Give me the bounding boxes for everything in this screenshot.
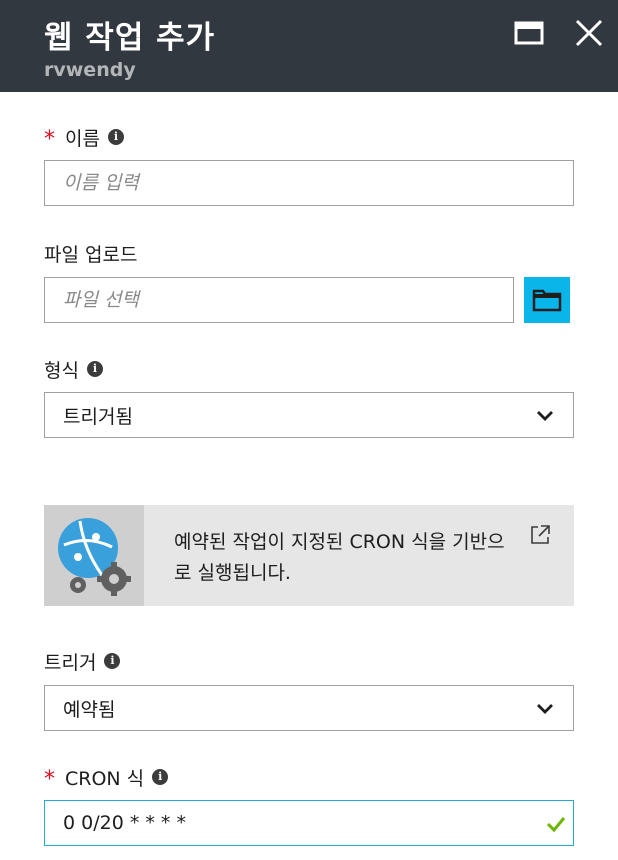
- required-marker: *: [44, 766, 55, 792]
- type-label: 형식: [44, 359, 79, 382]
- trigger-label: 트리거: [44, 651, 97, 674]
- external-link-icon[interactable]: [528, 523, 552, 547]
- upload-label: 파일 업로드: [44, 243, 138, 266]
- info-icon[interactable]: i: [104, 653, 121, 669]
- cron-field-wrapper: [44, 800, 574, 846]
- name-input[interactable]: [45, 161, 573, 205]
- trigger-select[interactable]: 예약됨: [44, 685, 574, 731]
- browse-button[interactable]: [524, 277, 570, 323]
- page-subtitle: rvwendy: [44, 59, 136, 81]
- required-marker: *: [44, 126, 55, 152]
- type-label-row: 형식 i: [44, 356, 103, 382]
- file-select-input[interactable]: [45, 278, 513, 322]
- chevron-down-icon: [537, 704, 553, 714]
- upload-field-wrapper: [44, 277, 514, 323]
- info-icon[interactable]: i: [152, 769, 169, 785]
- blade-header: 웹 작업 추가 rvwendy: [0, 0, 618, 92]
- name-label-row: * 이름 i: [44, 124, 124, 152]
- close-icon: [575, 19, 603, 47]
- check-icon: [546, 817, 566, 833]
- close-button[interactable]: [572, 16, 606, 50]
- type-select[interactable]: 트리거됨: [44, 392, 574, 438]
- info-message: 예약된 작업이 지정된 CRON 식을 기반으로 실행됩니다.: [174, 531, 505, 584]
- info-box: 예약된 작업이 지정된 CRON 식을 기반으로 실행됩니다.: [44, 505, 574, 606]
- webjob-icon: [58, 518, 131, 596]
- trigger-label-row: 트리거 i: [44, 648, 121, 674]
- cron-input[interactable]: [45, 801, 573, 845]
- type-select-value: 트리거됨: [63, 405, 133, 428]
- scheduler-illustration: [44, 505, 144, 606]
- trigger-select-value: 예약됨: [63, 698, 116, 721]
- folder-icon: [532, 289, 562, 312]
- maximize-icon: [514, 21, 544, 45]
- name-label: 이름: [65, 127, 100, 150]
- info-icon[interactable]: i: [107, 129, 124, 145]
- upload-label-row: 파일 업로드: [44, 240, 137, 266]
- cron-label: CRON 식: [65, 767, 145, 790]
- page-title: 웹 작업 추가: [44, 20, 216, 56]
- maximize-button[interactable]: [512, 16, 546, 50]
- cron-label-row: * CRON 식 i: [44, 764, 169, 792]
- chevron-down-icon: [537, 411, 553, 421]
- info-icon[interactable]: i: [86, 361, 103, 377]
- name-field-wrapper: [44, 160, 574, 206]
